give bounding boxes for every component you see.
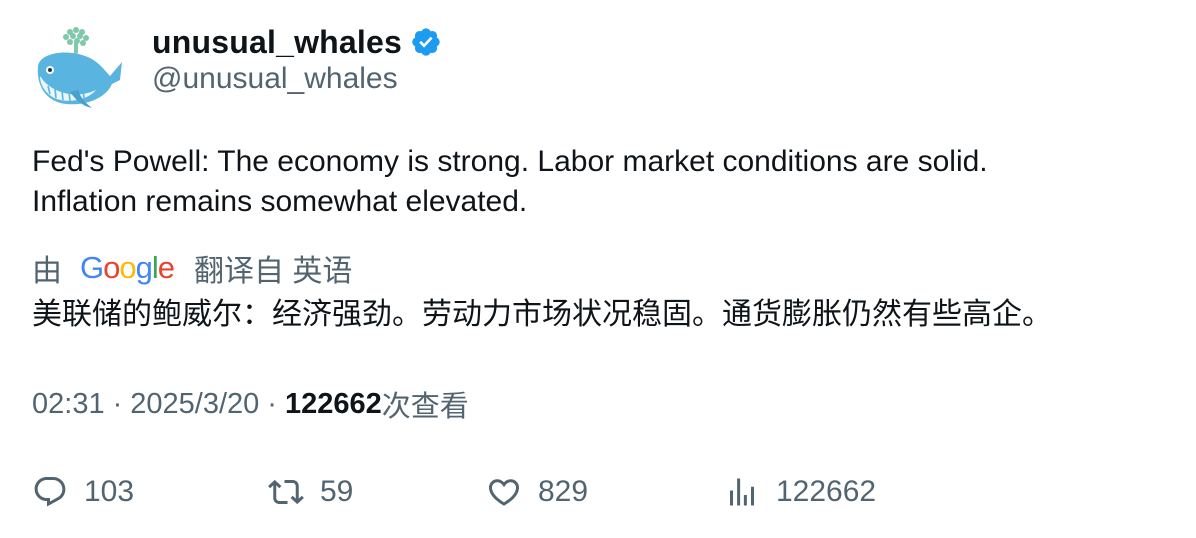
verified-badge-icon[interactable] bbox=[410, 26, 442, 58]
author-handle[interactable]: @unusual_whales bbox=[152, 62, 398, 96]
google-logo: Google bbox=[80, 250, 175, 285]
view-count: 122662 bbox=[284, 387, 382, 420]
tweet-text: Fed's Powell: The economy is strong. Lab… bbox=[32, 142, 1152, 222]
avatar[interactable] bbox=[30, 26, 126, 112]
meta-separator: · bbox=[267, 387, 277, 420]
translated-text: 美联储的鲍威尔：经济强劲。劳动力市场状况稳固。通货膨胀仍然有些高企。 bbox=[32, 298, 1052, 331]
reply-button[interactable]: 103 bbox=[32, 470, 134, 514]
like-count: 829 bbox=[538, 475, 589, 508]
reply-icon bbox=[34, 477, 66, 507]
retweet-count: 59 bbox=[320, 475, 354, 508]
retweet-button[interactable]: 59 bbox=[268, 470, 353, 514]
views-button[interactable]: 122662 bbox=[724, 470, 876, 514]
author-name-row[interactable]: unusual_whales bbox=[152, 22, 442, 62]
like-button[interactable]: 829 bbox=[486, 470, 588, 514]
translate-prefix: 由 bbox=[32, 255, 62, 288]
tweet-text-line: Inflation remains somewhat elevated. bbox=[32, 185, 528, 218]
heart-icon bbox=[488, 479, 520, 506]
tweet-text-line: Fed's Powell: The economy is strong. Lab… bbox=[32, 145, 988, 178]
views-count: 122662 bbox=[776, 475, 877, 508]
whale-logo-icon bbox=[37, 27, 122, 108]
translate-suffix: 翻译自 英语 bbox=[194, 255, 353, 288]
action-bar: 103 59 829 122662 bbox=[0, 470, 1196, 514]
reply-count: 103 bbox=[84, 475, 135, 508]
tweet-date[interactable]: 2025/3/20 bbox=[130, 388, 259, 421]
display-name[interactable]: unusual_whales bbox=[152, 24, 402, 61]
retweet-icon bbox=[268, 479, 304, 505]
analytics-icon bbox=[730, 478, 754, 506]
translation-attribution: 由 Google 翻译自 英语 bbox=[32, 246, 352, 290]
tweet-time[interactable]: 02:31 bbox=[32, 388, 105, 421]
tweet-meta: 02:31 · 2025/3/20 · 122662 次查看 bbox=[32, 384, 469, 424]
view-label: 次查看 bbox=[381, 391, 469, 423]
meta-separator: · bbox=[112, 387, 123, 420]
